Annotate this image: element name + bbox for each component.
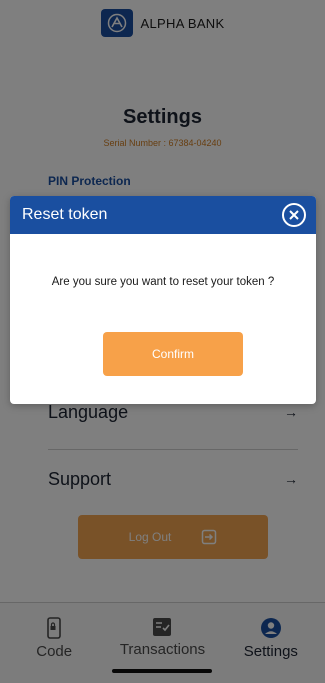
close-icon — [289, 210, 299, 220]
dialog-title: Reset token — [22, 206, 108, 223]
app-screen: ALPHA BANK Settings Serial Number : 6738… — [0, 0, 325, 683]
confirm-button[interactable]: Confirm — [103, 332, 243, 376]
dialog-message: Are you sure you want to reset your toke… — [51, 276, 275, 288]
close-button[interactable] — [282, 203, 306, 227]
reset-token-dialog: Reset token Are you sure you want to res… — [10, 196, 316, 404]
dialog-header: Reset token — [10, 196, 316, 234]
